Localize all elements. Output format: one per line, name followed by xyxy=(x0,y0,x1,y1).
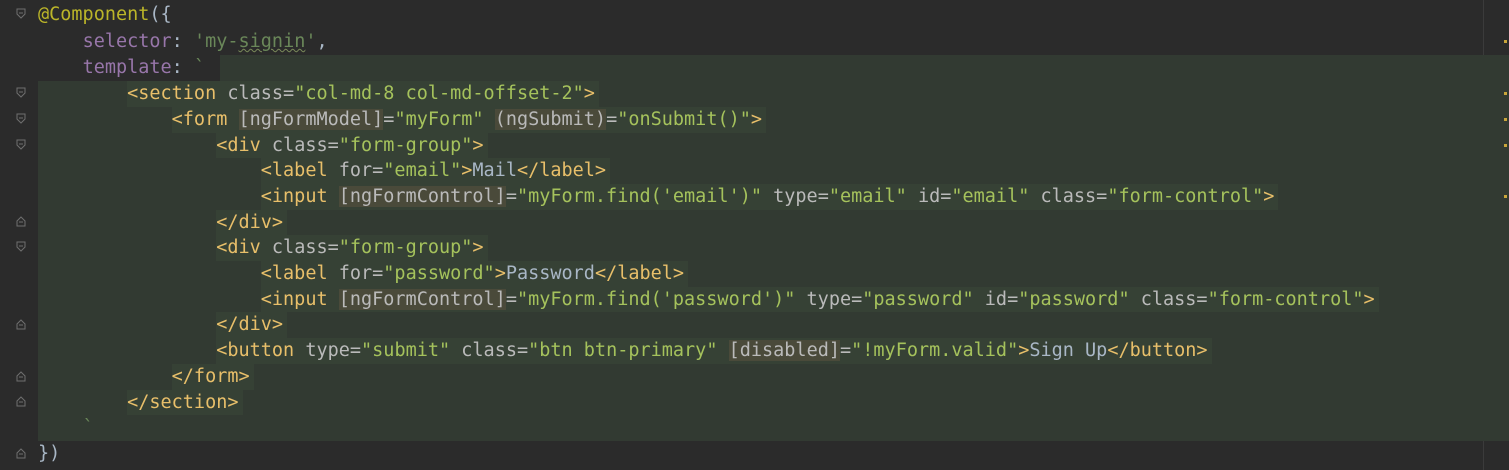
property-key: selector xyxy=(82,31,172,52)
fold-close-icon[interactable] xyxy=(14,394,28,408)
warning-stripe-marker[interactable] xyxy=(1504,118,1507,121)
decorator: @Component xyxy=(38,4,150,25)
html-tag: <label xyxy=(260,160,328,181)
code-line: </div> xyxy=(38,312,1509,338)
fold-open-icon[interactable] xyxy=(14,86,28,100)
label-text: Password xyxy=(505,263,595,284)
angular-binding: [ngFormControl] xyxy=(338,186,506,207)
fold-open-icon[interactable] xyxy=(14,112,28,126)
html-tag: <input xyxy=(260,186,328,207)
code-line: selector: 'my-signin', xyxy=(82,31,328,52)
angular-event-binding: (ngSubmit) xyxy=(494,109,607,130)
code-line: <section class="col-md-8 col-md-offset-2… xyxy=(38,81,1509,107)
code-line: <form [ngFormModel]="myForm" (ngSubmit)=… xyxy=(38,107,1509,133)
warning-stripe-marker[interactable] xyxy=(1504,144,1507,147)
html-tag: </div> xyxy=(216,314,284,335)
code-line: <button type="submit" class="btn btn-pri… xyxy=(38,338,1509,364)
angular-binding: [ngFormModel] xyxy=(238,109,384,130)
fold-close-icon[interactable] xyxy=(14,317,28,331)
code-line: }) xyxy=(38,443,61,464)
code-line: <label for="email">Mail</label> xyxy=(38,158,1509,184)
code-line: <input [ngFormControl]="myForm.find('pas… xyxy=(38,287,1509,313)
property-key: template xyxy=(82,57,172,78)
warning-stripe-marker[interactable] xyxy=(1504,92,1507,95)
code-line: </form> xyxy=(38,364,1509,390)
angular-binding: [ngFormControl] xyxy=(338,289,506,310)
code-line: ` xyxy=(38,415,1509,441)
fold-open-icon[interactable] xyxy=(14,138,28,152)
html-tag: <form xyxy=(171,109,228,130)
html-tag: <input xyxy=(260,289,328,310)
code-line: </div> xyxy=(38,210,1509,236)
warning-stripe-marker[interactable] xyxy=(1504,40,1507,43)
code-line: template: ` xyxy=(38,55,1509,81)
html-tag: <label xyxy=(260,263,328,284)
code-editor[interactable]: @Component({ selector: 'my-signin', temp… xyxy=(0,0,1509,470)
code-line: @Component({ xyxy=(38,4,172,25)
html-tag: <button xyxy=(216,340,295,361)
code-line: <label for="password">Password</label> xyxy=(38,261,1509,287)
warning-stripe-marker[interactable] xyxy=(1504,195,1507,198)
code-line: </section> xyxy=(38,390,1509,416)
fold-close-icon[interactable] xyxy=(14,369,28,383)
fold-close-icon[interactable] xyxy=(14,214,28,228)
html-tag: <div xyxy=(216,237,261,258)
html-tag: </form> xyxy=(171,366,250,387)
button-text: Sign Up xyxy=(1029,340,1108,361)
code-line: <input [ngFormControl]="myForm.find('ema… xyxy=(38,184,1509,210)
fold-close-icon[interactable] xyxy=(14,446,28,460)
code-line: <div class="form-group"> xyxy=(38,133,1509,159)
label-text: Mail xyxy=(472,160,517,181)
fold-open-icon[interactable] xyxy=(14,240,28,254)
html-tag: </div> xyxy=(216,212,284,233)
angular-binding: [disabled] xyxy=(728,340,840,361)
html-tag: <section xyxy=(127,83,217,104)
fold-open-icon[interactable] xyxy=(14,7,28,21)
html-tag: <div xyxy=(216,135,261,156)
html-tag: </section> xyxy=(127,392,239,413)
typo-underlined-word: signin xyxy=(238,31,306,52)
code-line: <div class="form-group"> xyxy=(38,235,1509,261)
